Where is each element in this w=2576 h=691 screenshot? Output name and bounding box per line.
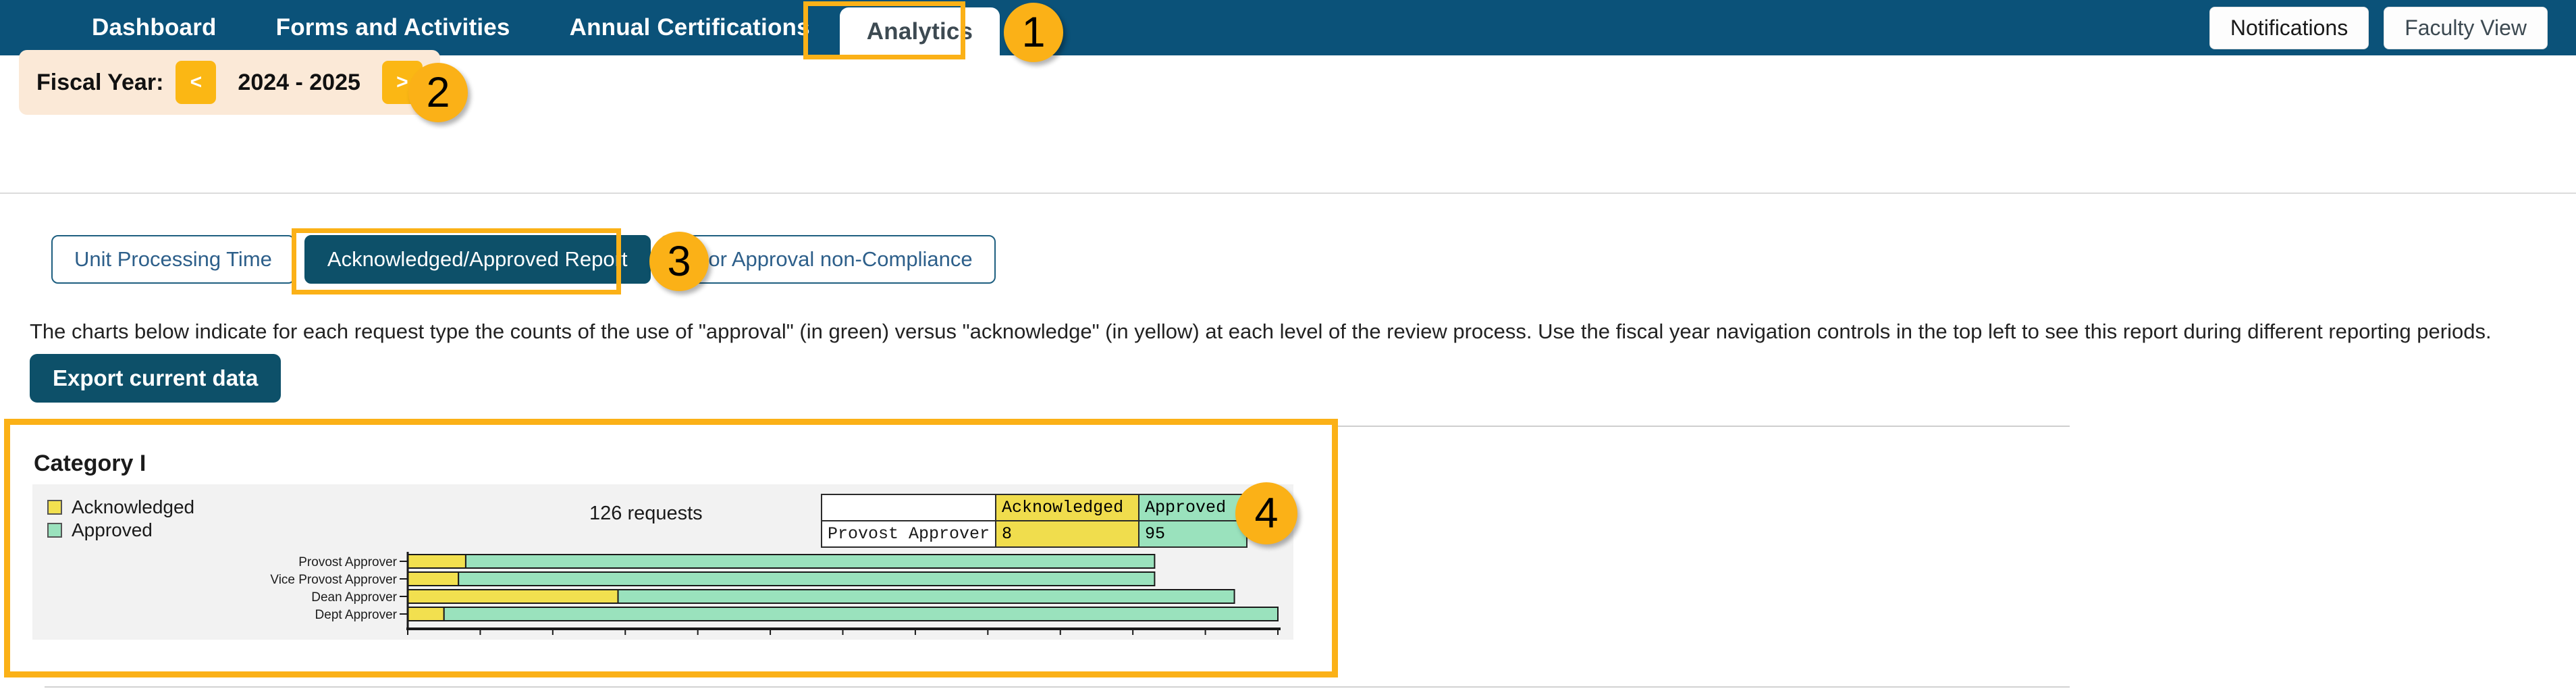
callout-badge-1: 1 — [1004, 3, 1063, 62]
chart-container: Acknowledged Approved 126 requests Ackno… — [32, 484, 1293, 640]
x-axis-tick-label: 100 — [1122, 638, 1144, 640]
tab-forms-and-activities[interactable]: Forms and Activities — [246, 0, 540, 55]
tooltip-data-row: Provost Approver 8 95 — [822, 521, 1247, 547]
tooltip-header-approved: Approved — [1139, 494, 1247, 521]
bar-segment-acknowledged[interactable] — [408, 555, 466, 568]
bar-segment-approved[interactable] — [458, 572, 1154, 586]
stacked-bar-chart: Provost Approver Vice Provost Approver Dea… — [32, 552, 1293, 640]
x-axis-tick-label: 110 — [1195, 638, 1215, 640]
report-type-tabs: Unit Processing Time Acknowledged/Approv… — [51, 235, 996, 284]
tab-dashboard[interactable]: Dashboard — [62, 0, 246, 55]
legend-swatch-approved-icon — [47, 523, 62, 538]
tooltip-row-acknowledged: 8 — [996, 521, 1139, 547]
main-nav-tabs: Dashboard Forms and Activities Annual Ce… — [62, 0, 1000, 55]
bar-segment-approved[interactable] — [444, 607, 1278, 621]
y-axis-tick-label: Provost Approver — [298, 555, 397, 569]
category-title: Category I — [34, 451, 146, 477]
fiscal-year-value: 2024 - 2025 — [228, 70, 370, 96]
legend-label-acknowledged: Acknowledged — [72, 498, 194, 517]
callout-badge-2: 2 — [408, 63, 468, 122]
fiscal-year-label: Fiscal Year: — [36, 70, 163, 96]
fiscal-year-prev-button[interactable]: < — [176, 61, 216, 104]
category-one-panel: Category I Acknowledged Approved 126 req… — [4, 419, 1338, 677]
legend-item-acknowledged: Acknowledged — [47, 498, 194, 517]
tooltip-header-blank — [822, 494, 996, 521]
y-axis-tick-label: Vice Provost Approver — [270, 573, 397, 587]
callout-badge-4: 4 — [1235, 482, 1297, 544]
x-axis-tick-label: 50 — [763, 638, 778, 640]
header-divider — [0, 193, 2576, 194]
tooltip-header-acknowledged: Acknowledged — [996, 494, 1139, 521]
legend-label-approved: Approved — [72, 521, 153, 540]
y-axis-tick-label: Dept Approver — [315, 608, 398, 622]
requests-count-label: 126 requests — [589, 503, 703, 525]
navbar-right-actions: Notifications Faculty View — [2209, 0, 2576, 55]
faculty-view-button[interactable]: Faculty View — [2384, 7, 2548, 49]
x-axis-tick-label: 30 — [618, 638, 633, 640]
export-current-data-button[interactable]: Export current data — [30, 354, 281, 403]
tooltip-header-row: Acknowledged Approved — [822, 494, 1247, 521]
x-axis-tick-label: 20 — [545, 638, 560, 640]
chart-bars-group — [408, 555, 1278, 621]
bar-segment-approved[interactable] — [618, 590, 1235, 603]
chart-tooltip-table: Acknowledged Approved Provost Approver 8… — [821, 494, 1247, 548]
bar-segment-acknowledged[interactable] — [408, 590, 618, 603]
x-axis-tick-label: 10 — [473, 638, 487, 640]
tab-acknowledged-approved-report[interactable]: Acknowledged/Approved Report — [304, 235, 651, 284]
x-axis-tick-label: 70 — [908, 638, 922, 640]
callout-badge-3: 3 — [649, 232, 709, 291]
bar-segment-acknowledged[interactable] — [408, 572, 458, 586]
tab-prior-approval-non-compliance[interactable]: Prior Approval non-Compliance — [660, 235, 996, 284]
tab-annual-certifications[interactable]: Annual Certifications — [540, 0, 840, 55]
legend-swatch-acknowledged-icon — [47, 500, 62, 515]
tooltip-row-name: Provost Approver — [822, 521, 996, 547]
fiscal-year-panel: Fiscal Year: < 2024 - 2025 > — [19, 50, 440, 115]
chart-y-axis-labels: Provost Approver Vice Provost Approver Dea… — [270, 555, 408, 622]
legend-item-approved: Approved — [47, 521, 194, 540]
tab-unit-processing-time[interactable]: Unit Processing Time — [51, 235, 295, 284]
x-axis-tick-label: 80 — [981, 638, 995, 640]
x-axis-tick-label: 0 — [404, 638, 412, 640]
tab-spacer-1 — [295, 235, 304, 284]
x-axis-tick-label: 120 — [1267, 638, 1289, 640]
tooltip-row-approved: 95 — [1139, 521, 1247, 547]
x-axis-tick-label: 60 — [836, 638, 850, 640]
chart-legend: Acknowledged Approved — [47, 498, 194, 544]
bar-segment-acknowledged[interactable] — [408, 607, 444, 621]
notifications-button[interactable]: Notifications — [2209, 7, 2369, 49]
bar-segment-approved[interactable] — [466, 555, 1154, 568]
report-description: The charts below indicate for each reque… — [30, 319, 2433, 345]
bottom-divider — [45, 686, 2070, 688]
y-axis-tick-label: Dean Approver — [311, 590, 397, 605]
top-navbar: Dashboard Forms and Activities Annual Ce… — [0, 0, 2576, 55]
tab-analytics[interactable]: Analytics — [840, 7, 1000, 55]
x-axis-tick-label: 90 — [1053, 638, 1067, 640]
x-axis-tick-label: 40 — [691, 638, 705, 640]
